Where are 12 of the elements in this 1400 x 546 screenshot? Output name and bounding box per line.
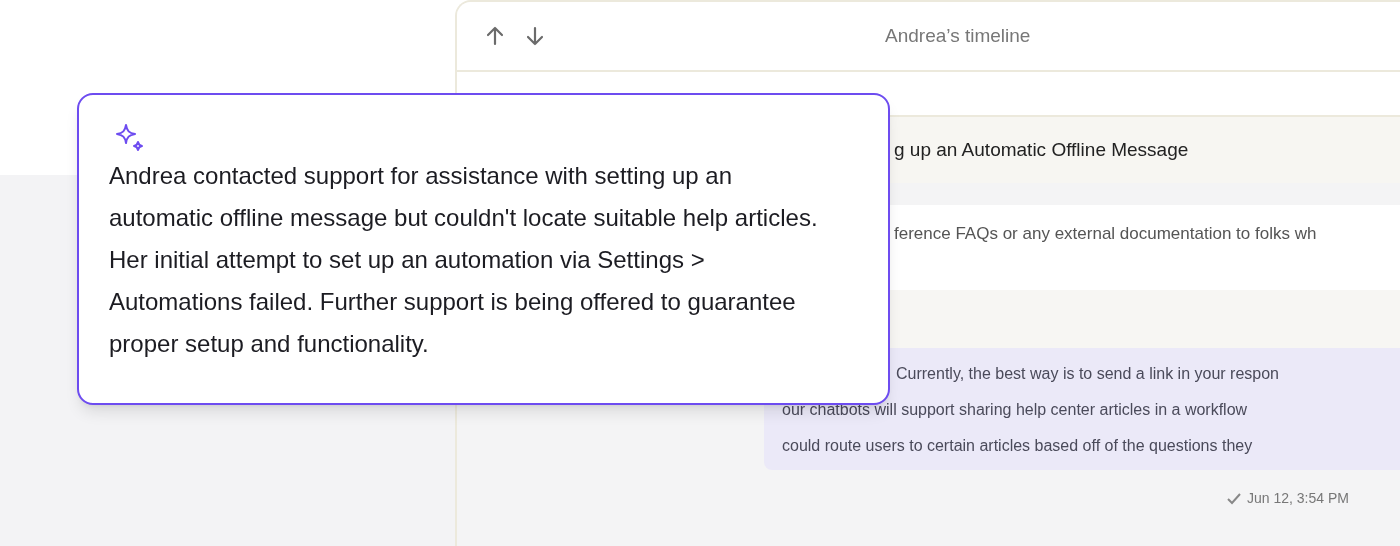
message-text: ference FAQs or any external documentation to folks wh bbox=[894, 223, 1317, 245]
arrow-down-icon bbox=[526, 26, 544, 46]
message-timestamp: Jun 12, 3:54 PM bbox=[1247, 489, 1349, 508]
conversation-title: g up an Automatic Offline Message bbox=[894, 137, 1189, 162]
check-icon bbox=[1227, 492, 1241, 505]
sparkle-icon bbox=[115, 123, 145, 153]
message-text: could route users to certain articles based off of the questions they bbox=[782, 436, 1253, 456]
message-text: our chatbots will support sharing help center articles in a workflow bbox=[782, 400, 1248, 420]
message-text: Currently, the best way is to send a link in your respon bbox=[896, 364, 1279, 384]
timeline-title: Andrea’s timeline bbox=[885, 23, 1031, 48]
arrow-up-icon bbox=[486, 26, 504, 46]
summary-text: Andrea contacted support for assistance with setting up an automatic offline message but couldn't locate suitable help articles. Her initial attempt to set up an automation via Settings > Automations failed. Further support is being offered to guarantee proper setup and functionality. bbox=[109, 161, 819, 359]
